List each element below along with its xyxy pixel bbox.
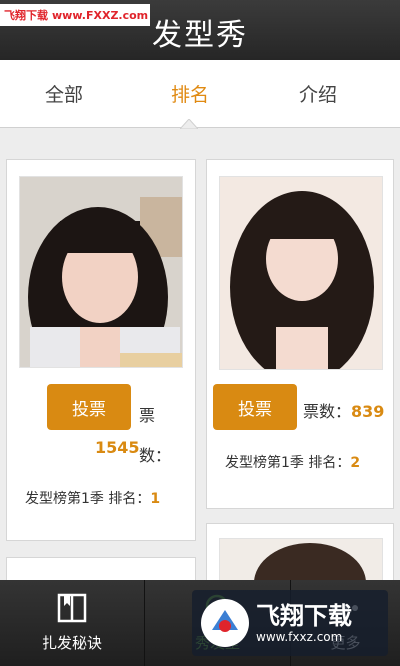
watermark-logo: 飞翔下载 www.FXXZ.com — [0, 4, 150, 26]
rank-label: 发型榜第1季 排名： — [225, 455, 351, 471]
promo-title: 飞翔下载 — [256, 602, 352, 630]
rank-line: 发型榜第1季 排名：2 — [225, 452, 360, 472]
votes-count: 839 — [351, 402, 385, 421]
hairstyle-photo[interactable] — [219, 176, 383, 370]
hair-card[interactable]: 投票 票数： 1545 发型榜第1季 排名：1 — [6, 159, 196, 541]
book-icon — [57, 593, 87, 623]
app-header: 发型秀 飞翔下载 www.FXXZ.com — [0, 0, 400, 60]
hair-card[interactable] — [206, 523, 394, 580]
rank-line: 发型榜第1季 排名：1 — [25, 488, 160, 508]
vote-button[interactable]: 投票 — [47, 384, 131, 430]
rank-number: 1 — [150, 491, 161, 507]
hair-card[interactable] — [6, 557, 196, 580]
votes-count-line: 1545 — [95, 438, 140, 457]
promo-watermark: 飞翔下载 www.fxxz.com — [192, 590, 388, 656]
tab-ranking[interactable]: 排名 — [150, 80, 230, 107]
promo-url: www.fxxz.com — [256, 630, 343, 644]
rank-number: 2 — [350, 455, 361, 471]
votes-label: 票数： — [303, 402, 352, 421]
tab-bar: 全部 排名 介绍 — [0, 60, 400, 128]
watermark-brand: 飞翔下载 — [4, 9, 48, 22]
nav-label: 扎发秘诀 — [41, 634, 102, 652]
nav-hair-tips[interactable]: 扎发秘诀 — [0, 580, 144, 666]
hair-card[interactable]: 投票 票数：839 发型榜第1季 排名：2 — [206, 159, 394, 509]
tab-intro[interactable]: 介绍 — [278, 80, 358, 107]
tab-all[interactable]: 全部 — [24, 80, 104, 107]
ranking-grid: 投票 票数： 1545 发型榜第1季 排名：1 投票 票数：839 发型榜第1季… — [0, 129, 400, 580]
watermark-url: www.FXXZ.com — [52, 8, 149, 22]
votes-label-text: 票数： — [139, 406, 172, 465]
votes-label: 票数： — [139, 396, 172, 476]
promo-logo-icon — [201, 599, 249, 647]
hairstyle-photo[interactable] — [19, 176, 183, 368]
hairstyle-photo[interactable] — [219, 538, 383, 580]
rank-label: 发型榜第1季 排名： — [25, 491, 151, 507]
votes-line: 票数：839 — [303, 398, 384, 422]
active-tab-indicator — [180, 119, 198, 129]
votes-count: 1545 — [95, 438, 140, 457]
vote-button[interactable]: 投票 — [213, 384, 297, 430]
